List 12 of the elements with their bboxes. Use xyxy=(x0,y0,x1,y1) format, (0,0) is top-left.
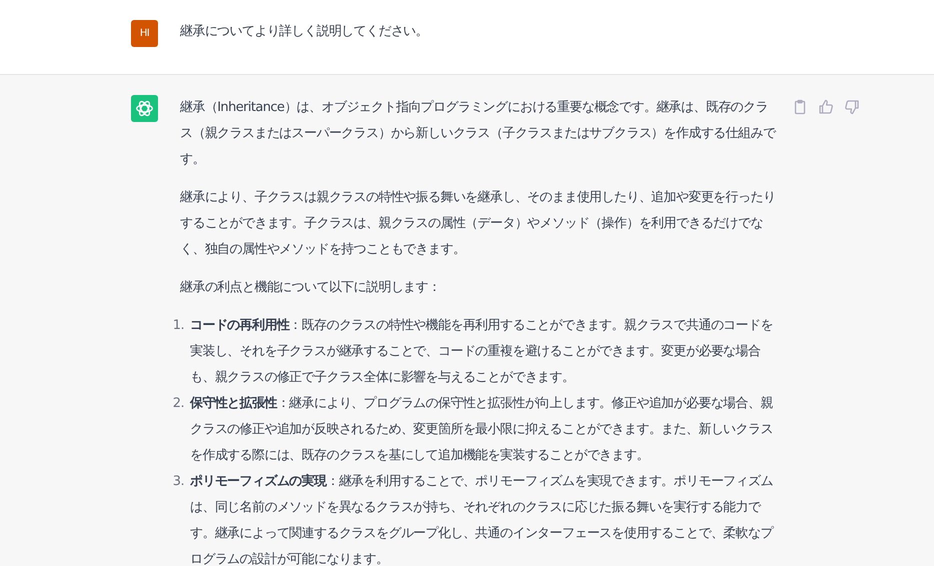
user-message: 継承についてより詳しく説明してください。 xyxy=(180,23,428,41)
list-item-text: コードの再利用性：既存のクラスの特性や機能を再利用することができます。親クラスで共通のコードを実装し、それを子クラスが継承することで、コードの重複を避けることができます。変更が必要な場合も、親クラスの修正で子クラス全体に影響を与えることができます。 xyxy=(190,317,774,387)
response-paragraph: 継承により、子クラスは親クラスの特性や振る舞いを継承し、そのまま使用したり、追加や変更を行ったりすることができます。子クラスは、親クラスの属性（データ）やメソッド（操作）を利用できるだけでなく、独自の属性やメソッドを持つこともできます。 xyxy=(180,189,776,259)
list-number: 2. xyxy=(172,395,185,413)
response-paragraph: 継承の利点と機能について以下に説明します： xyxy=(180,279,442,297)
user-avatar: HI xyxy=(131,20,158,47)
list-item-text: 保守性と拡張性：継承により、プログラムの保守性と拡張性が向上します。修正や追加が必要な場合、親クラスの修正や追加が反映されるため、変更箇所を最小限に抑えることができます。また、新しいクラスを作成する際には、既存のクラスを基にして追加機能を実装することができます。 xyxy=(190,394,774,465)
list-number: 3. xyxy=(172,473,185,491)
assistant-avatar-icon xyxy=(131,95,158,122)
response-paragraph: 継承（Inheritance）は、オブジェクト指向プログラミングにおける重要な概念です。継承は、既存のクラス（親クラスまたはスーパークラス）から新しいクラス（子クラスまたはサブクラス）を作成する仕組みです。 xyxy=(180,99,777,169)
list-item-text: ポリモーフィズムの実現：継承を利用することで、ポリモーフィズムを実現できます。ポリモーフィズムは、同じ名前のメソッドを異なるクラスが持ち、それぞれのクラスに応じた振る舞いを実行する能力です。継承によって関連するクラスをグループ化し、共通のインターフェースを使用することで、柔軟なプログラムの設計が可能になります。 xyxy=(190,472,774,566)
list-number: 1. xyxy=(172,317,185,335)
